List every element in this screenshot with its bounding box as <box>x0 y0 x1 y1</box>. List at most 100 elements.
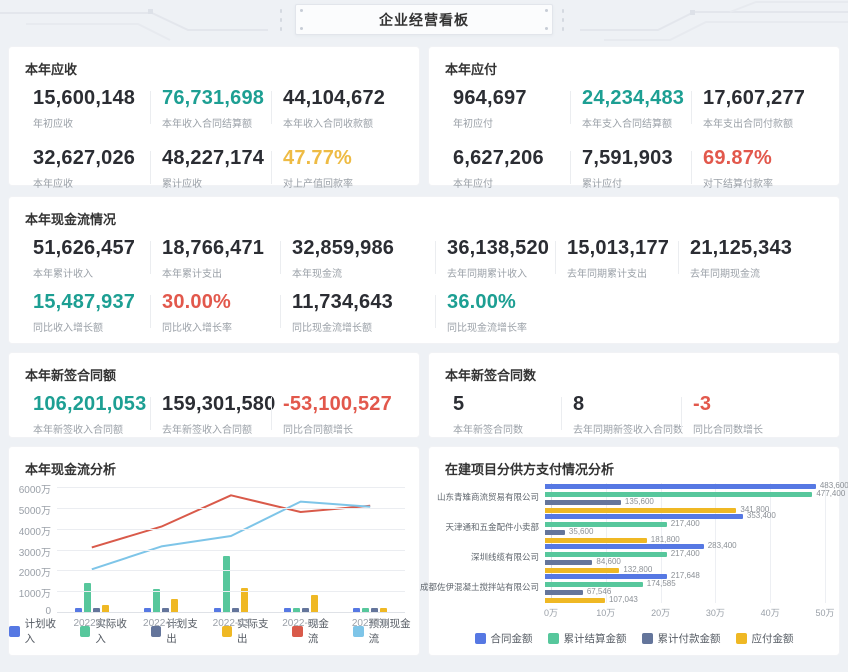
bar-value-label: 174,585 <box>647 580 676 588</box>
stat-value: 15,013,177 <box>567 237 678 260</box>
stat: 51,626,457本年累计收入 <box>33 237 150 280</box>
stat: 32,627,026本年应收 <box>33 147 150 190</box>
bar-合同金额 <box>545 484 816 489</box>
stat-value: 44,104,672 <box>283 87 407 110</box>
title-box: 企业经营看板 <box>295 4 553 35</box>
gridline <box>57 508 405 509</box>
bar-累计结算金额 <box>545 552 667 557</box>
stat: 5本年新签合同数 <box>453 393 561 436</box>
y-axis-label: 3000万 <box>9 544 51 559</box>
bar-应付金额 <box>545 538 647 543</box>
stat: 44,104,672 本年收入合同收款额 <box>271 87 407 130</box>
row-receivable-payable: 本年应收 15,600,148年初应收76,731,698本年收入合同结算额44… <box>8 46 840 186</box>
x-axis-label: 0万 <box>544 606 558 619</box>
bar-line: 483,600 <box>545 484 825 489</box>
stat-grid: 51,626,457本年累计收入 18,766,471 本年累计支出32,859,9… <box>33 237 827 280</box>
stat-value: 5 <box>453 393 561 416</box>
stat-value: 8 <box>573 393 681 416</box>
stat: 21,125,343去年同期现金流 <box>678 237 827 280</box>
stat-label: 同比现金流增长额 <box>292 319 435 334</box>
dashboard-page: 企业经营看板 本年应收 15,600,148年初应收76,731,698本年收入… <box>0 0 848 664</box>
stat-label: 本年新签收入合同额 <box>33 421 150 436</box>
chart-title: 本年现金流分析 <box>25 459 116 478</box>
category-label: 天津通和五金配件小卖部 <box>445 523 545 532</box>
legend-item[interactable]: 应付金额 <box>736 631 794 646</box>
supplier-chart-rows: 山东青雉商流贸易有限公司483,600477,400135,600341,800… <box>445 483 825 603</box>
stat: 18,766,471 本年累计支出 <box>150 237 280 280</box>
bar-合同金额 <box>545 514 743 519</box>
x-axis-label: 2022-01 <box>57 618 127 629</box>
corner-dot-icon <box>545 27 548 30</box>
supplier-chart-xaxis: 0万10万20万30万40万50万 <box>551 606 825 618</box>
row-contracts: 本年新签合同额 106,201,053本年新签收入合同额159,301,580去… <box>8 352 840 438</box>
bar-value-label: 35,600 <box>569 528 593 536</box>
legend-marker-icon <box>736 633 747 644</box>
bar-value-label: 283,400 <box>708 542 737 550</box>
gridline <box>57 591 405 592</box>
page-title: 企业经营看板 <box>379 10 469 30</box>
x-axis-label: 50万 <box>815 606 834 619</box>
stat: 964,697年初应付 <box>453 87 570 130</box>
stat-value: 159,301,580 <box>162 393 271 416</box>
bar-应付金额 <box>545 568 619 573</box>
card-title: 本年应付 <box>445 59 497 78</box>
stat-value: 15,600,148 <box>33 87 150 110</box>
supplier-chart-card: 在建项目分供方支付情况分析 山东青雉商流贸易有限公司483,600477,400… <box>428 446 840 656</box>
gridline <box>57 612 405 613</box>
legend-item[interactable]: 累计付款金额 <box>642 631 721 646</box>
stat-label: 年初应收 <box>33 115 150 130</box>
stat-label: 同比收入增长率 <box>162 319 280 334</box>
stat-value: 6,627,206 <box>453 147 570 170</box>
bar-line: 217,400 <box>545 522 825 527</box>
bar-line: 135,600 <box>545 500 825 505</box>
legend-label: 累计付款金额 <box>658 631 721 646</box>
row-cashflow: 本年现金流情况 51,626,457本年累计收入18,766,471本年累计支出… <box>8 196 840 344</box>
stat-label: 本年收入合同收款额 <box>283 115 407 130</box>
x-axis-label: 40万 <box>761 606 780 619</box>
bar-line: 35,600 <box>545 530 825 535</box>
legend-item[interactable]: 合同金额 <box>475 631 533 646</box>
stat-label: 同比合同数增长 <box>693 421 827 436</box>
stat-value: 15,487,937 <box>33 291 150 314</box>
bar-value-label: 67,546 <box>587 588 611 596</box>
card-contract-count: 本年新签合同数 5本年新签合同数8去年同期新签收入合同数-3同比合同数增长 <box>428 352 840 438</box>
stat-value: 24,234,483 <box>582 87 691 110</box>
cashflow-chart-card: 本年现金流分析 计划收入实际收入计划支出实际支出现金流预测现金流 6000万50… <box>8 446 420 656</box>
stat-value: 36.00% <box>447 291 555 314</box>
bar-line: 217,648 <box>545 574 825 579</box>
stat-label: 同比合同额增长 <box>283 421 407 436</box>
x-axis-label: 2022-02 <box>126 618 196 629</box>
bar-应付金额 <box>545 508 736 513</box>
stat-value: 76,731,698 <box>162 87 271 110</box>
stat: 76,731,698本年收入合同结算额 <box>150 87 271 130</box>
stat-value: 18,766,471 <box>162 237 280 260</box>
stat-label: 去年新签收入合同额 <box>162 421 271 436</box>
stat: 48,227,174累计应收 <box>150 147 271 190</box>
corner-dot-icon <box>300 27 303 30</box>
card-title: 本年应收 <box>25 59 77 78</box>
card-cashflow: 本年现金流情况 51,626,457本年累计收入18,766,471本年累计支出… <box>8 196 840 344</box>
legend-label: 累计结算金额 <box>564 631 627 646</box>
stat-label: 对上产值回款率 <box>283 175 407 190</box>
bar-value-label: 84,600 <box>596 558 620 566</box>
stat-label: 本年累计支出 <box>162 265 280 280</box>
decor-dashes-right <box>562 9 564 31</box>
stat-label: 去年同期累计支出 <box>567 265 678 280</box>
bar-累计结算金额 <box>545 582 643 587</box>
circuit-decor-left-icon <box>0 0 288 42</box>
x-axis-label: 2022-04 <box>266 618 336 629</box>
bar-累计结算金额 <box>545 522 667 527</box>
x-axis-label: 10万 <box>596 606 615 619</box>
legend-item[interactable]: 累计结算金额 <box>548 631 627 646</box>
gridline <box>57 487 405 488</box>
stat: 32,859,986本年现金流 <box>280 237 435 280</box>
stat-label: 本年支入合同结算额 <box>582 115 691 130</box>
bar-group: 353,400217,40035,600181,800 <box>545 514 825 543</box>
legend-marker-icon <box>475 633 486 644</box>
bar-line: 181,800 <box>545 538 825 543</box>
decor-dashes-left <box>280 9 282 31</box>
stat: 7,591,903累计应付 <box>570 147 691 190</box>
legend-label: 应付金额 <box>752 631 794 646</box>
stat-grid: 5本年新签合同数8去年同期新签收入合同数-3同比合同数增长 <box>453 393 827 436</box>
legend-marker-icon <box>9 626 20 637</box>
